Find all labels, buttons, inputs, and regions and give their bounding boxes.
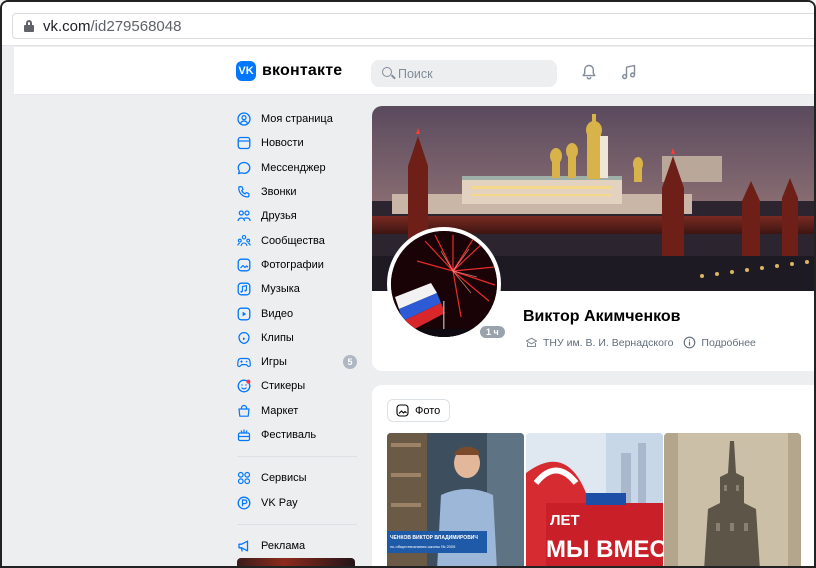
left-sidebar: Моя страница Новости Мессенджер Звонки Друзь…	[237, 107, 357, 558]
photos-tab-label: Фото	[415, 404, 441, 417]
photo-headline-bottom: МЫ ВМЕС	[546, 536, 663, 563]
sidebar-item-communities[interactable]: Сообщества	[237, 228, 357, 252]
search-box[interactable]	[371, 60, 557, 87]
sidebar-item-sticker[interactable]: Стикеры	[237, 374, 357, 398]
sidebar-item-label: Фестиваль	[261, 429, 317, 441]
sidebar-item-friends[interactable]: Друзья	[237, 204, 357, 228]
vk-logo[interactable]: VK вконтакте	[236, 61, 342, 81]
sidebar-item-label: Мессенджер	[261, 161, 326, 174]
sidebar-item-label: Реклама	[261, 539, 306, 552]
phone-icon	[238, 186, 250, 198]
photos-card: Фото ЧЕНКОВ ВИКТОР ВЛАДИМИРОВИЧ ль общес…	[372, 385, 814, 566]
news-icon	[237, 137, 251, 150]
festival-icon	[237, 429, 251, 442]
vk-logo-icon: VK	[236, 61, 256, 81]
photo-caption-name: ЧЕНКОВ ВИКТОР ВЛАДИМИРОВИЧ	[390, 535, 478, 541]
video-icon	[237, 307, 251, 320]
communities-icon	[237, 234, 251, 246]
message-icon	[237, 161, 251, 174]
sidebar-item-label: Игры	[261, 356, 287, 369]
sidebar-item-label: Сервисы	[261, 472, 307, 485]
vk-header: VK вконтакте	[14, 47, 814, 95]
profile-name: Виктор Акимченков	[523, 308, 681, 325]
sidebar-item-market-bag[interactable]: Маркет	[237, 399, 357, 423]
info-icon	[684, 336, 696, 349]
photo-thumbnail[interactable]	[664, 433, 801, 566]
url-text[interactable]: vk.com/id279568048	[43, 18, 181, 35]
sidebar-item-clips[interactable]: Клипы	[237, 326, 357, 350]
sidebar-item-label: Моя страница	[261, 113, 333, 126]
notifications-bell-icon[interactable]	[580, 63, 598, 81]
megaphone-icon	[238, 540, 249, 552]
sidebar-item-gamepad[interactable]: Игры 5	[237, 350, 357, 374]
profile-more-label: Подробнее	[701, 336, 756, 349]
sidebar-item-music[interactable]: Музыка	[237, 277, 357, 301]
sidebar-item-label: Видео	[261, 307, 294, 320]
search-icon	[382, 67, 392, 77]
education-cap-icon	[525, 337, 538, 348]
sticker-icon	[237, 379, 251, 393]
sidebar-item-video[interactable]: Видео	[237, 301, 357, 325]
profile-card: 1 ч Виктор Акимченков ТНУ им. В. И. Верн…	[372, 106, 814, 371]
sidebar-item-message[interactable]: Мессенджер	[237, 156, 357, 180]
sidebar-item-vk-pay[interactable]: VK Pay	[237, 490, 357, 514]
sidebar-item-label: Музыка	[261, 283, 300, 296]
profile-education[interactable]: ТНУ им. В. И. Вернадского	[543, 337, 673, 349]
ad-banner-thumbnail[interactable]	[237, 558, 355, 566]
photos-tab[interactable]: Фото	[387, 399, 451, 422]
music-player-icon[interactable]	[620, 63, 638, 81]
photo-icon	[237, 258, 251, 272]
sidebar-item-label: Фотографии	[261, 258, 324, 271]
sidebar-item-label: Маркет	[261, 404, 299, 417]
photo-thumbnail[interactable]: ЛЕТ МЫ ВМЕС	[526, 433, 663, 566]
market-bag-icon	[238, 404, 250, 417]
sidebar-item-label: VK Pay	[261, 496, 298, 509]
sidebar-item-label: Стикеры	[261, 380, 306, 393]
sidebar-item-photo[interactable]: Фотографии	[237, 253, 357, 277]
clips-icon	[238, 331, 250, 344]
sidebar-item-phone[interactable]: Звонки	[237, 180, 357, 204]
sidebar-item-label: Новости	[261, 137, 304, 150]
url-field[interactable]: vk.com/id279568048	[12, 13, 814, 39]
vk-pay-icon	[237, 496, 251, 510]
profile-meta: ТНУ им. В. И. Вернадского Подробнее	[525, 336, 756, 349]
photo-icon	[396, 404, 409, 417]
profile-more-button[interactable]: Подробнее	[683, 336, 756, 349]
counter-badge: 5	[343, 354, 357, 369]
sidebar-divider	[237, 523, 357, 525]
sidebar-item-label: Друзья	[261, 210, 297, 223]
photo-headline-top: ЛЕТ	[550, 512, 580, 529]
sidebar-item-festival[interactable]: Фестиваль	[237, 423, 357, 447]
search-input[interactable]	[398, 64, 548, 83]
browser-address-bar: vk.com/id279568048	[2, 2, 814, 46]
sidebar-item-label: Звонки	[261, 186, 297, 199]
lock-icon	[24, 20, 34, 32]
services-grid-icon	[237, 472, 251, 485]
vk-logo-text: вконтакте	[262, 62, 343, 79]
sidebar-item-news[interactable]: Новости	[237, 131, 357, 155]
photo-caption-role: ль обществознания школы № 2005	[390, 544, 456, 549]
sidebar-item-user-circle[interactable]: Моя страница	[237, 107, 357, 131]
music-icon	[237, 282, 251, 296]
sidebar-item-services-grid[interactable]: Сервисы	[237, 466, 357, 490]
online-status-badge: 1 ч	[478, 324, 507, 340]
sidebar-divider	[237, 456, 357, 458]
sidebar-item-label: Клипы	[261, 331, 294, 344]
friends-icon	[237, 210, 251, 222]
photo-thumbnail[interactable]: ЧЕНКОВ ВИКТОР ВЛАДИМИРОВИЧ ль обществозн…	[387, 433, 524, 566]
sidebar-item-ads[interactable]: Реклама	[237, 534, 357, 558]
user-circle-icon	[237, 112, 251, 126]
browser-window: vk.com/id279568048 VK вконтакте Моя стра…	[0, 0, 816, 568]
gamepad-icon	[237, 358, 251, 368]
sidebar-item-label: Сообщества	[261, 234, 325, 247]
